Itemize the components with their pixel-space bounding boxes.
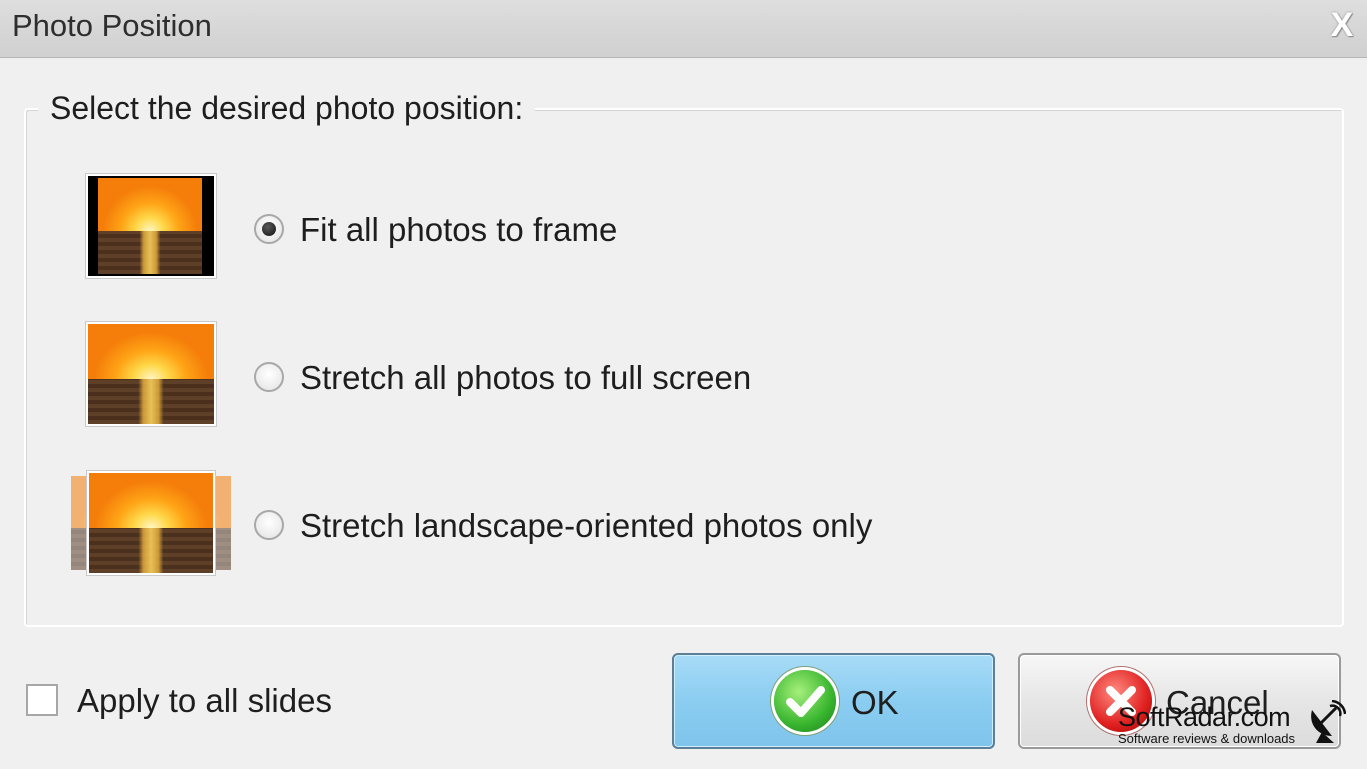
green-check-icon <box>774 670 836 732</box>
ok-button-label: OK <box>851 684 899 721</box>
group-legend: Select the desired photo position: <box>38 88 536 128</box>
satellite-dish-icon <box>1306 699 1347 749</box>
radio-stretch-full-screen[interactable] <box>254 362 284 392</box>
apply-to-all-label[interactable]: Apply to all slides <box>77 681 332 721</box>
watermark-subtitle: Software reviews & downloads <box>1118 731 1296 746</box>
option-label-fit[interactable]: Fit all photos to frame <box>300 210 617 250</box>
ok-button[interactable]: OK <box>672 653 995 749</box>
option-label-stretch-full[interactable]: Stretch all photos to full screen <box>300 358 751 398</box>
option-label-stretch-landscape[interactable]: Stretch landscape-oriented photos only <box>300 506 872 546</box>
close-icon[interactable]: X <box>1323 6 1361 44</box>
window-title: Photo Position <box>12 8 212 43</box>
watermark: SoftRadar.com Software reviews & downloa… <box>1118 702 1295 746</box>
radio-fit-all-photos[interactable] <box>254 214 284 244</box>
radio-selected-dot <box>262 222 276 236</box>
watermark-title: SoftRadar.com <box>1118 702 1291 732</box>
radio-stretch-landscape[interactable] <box>254 510 284 540</box>
apply-to-all-checkbox[interactable] <box>26 684 58 716</box>
title-bar: Photo Position X <box>0 0 1367 58</box>
